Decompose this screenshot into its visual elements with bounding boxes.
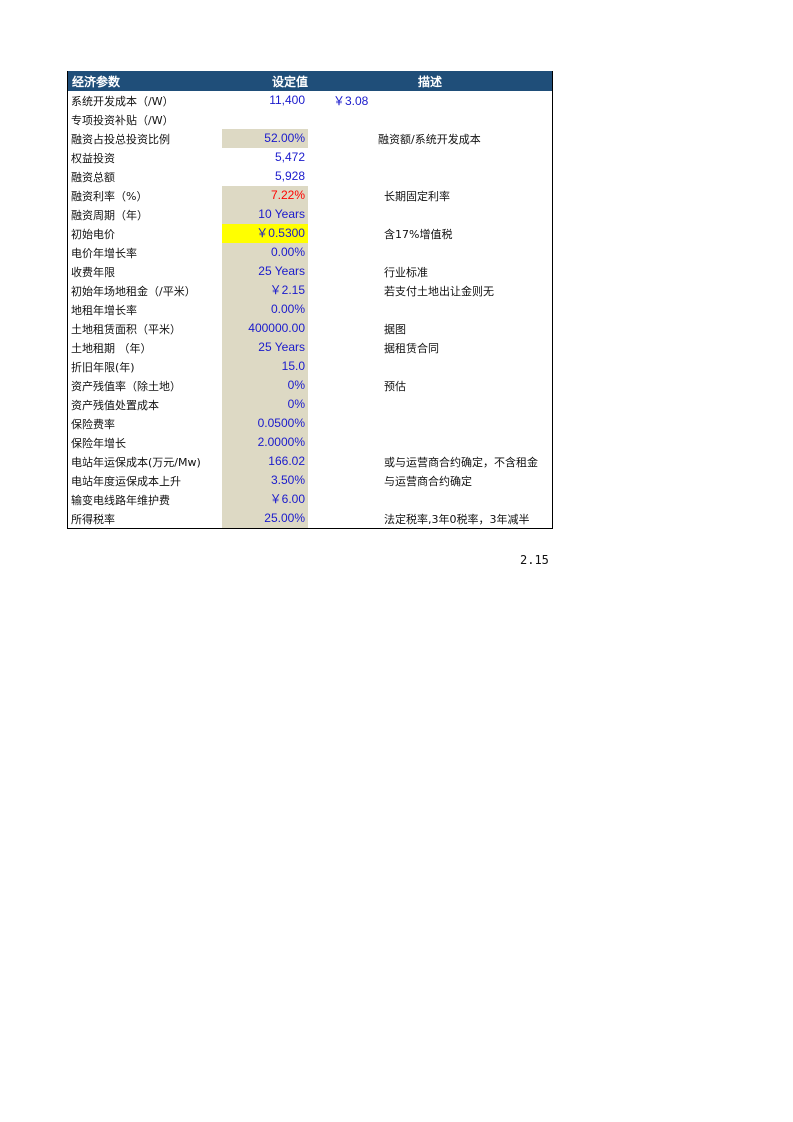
param-name: 资产残值率（除土地） <box>71 379 181 393</box>
param-value-cell[interactable]: 0.00% <box>222 243 308 262</box>
table-row: 收费年限 25 Years 行业标准 <box>68 262 552 281</box>
table-row: 资产残值率（除土地） 0% 预估 <box>68 376 552 395</box>
param-value-cell[interactable]: 5,928 <box>222 167 308 186</box>
param-value-cell[interactable] <box>222 110 308 129</box>
table-row: 土地租赁面积（平米） 400000.00 据图 <box>68 319 552 338</box>
header-desc: 描述 <box>417 74 442 89</box>
param-value-cell[interactable]: 0% <box>222 395 308 414</box>
param-name: 收费年限 <box>71 265 115 279</box>
param-name: 融资占投总投资比例 <box>71 132 170 146</box>
param-name: 土地租期 （年） <box>71 341 152 355</box>
param-name: 土地租赁面积（平米） <box>71 322 181 336</box>
param-description: 长期固定利率 <box>384 189 450 203</box>
param-name: 输变电线路年维护费 <box>71 493 170 507</box>
table-row: 融资周期（年） 10 Years <box>68 205 552 224</box>
param-value-cell[interactable]: 25.00% <box>222 509 308 528</box>
param-description: 预估 <box>384 379 406 393</box>
param-value-cell[interactable]: ￥6.00 <box>222 490 308 509</box>
table-row: 所得税率 25.00% 法定税率,3年0税率，3年减半 <box>68 509 552 528</box>
param-value-cell[interactable]: 7.22% <box>222 186 308 205</box>
economic-parameters-table: 经济参数 设定值 描述 系统开发成本（/W） 11,400 ￥3.08 专项投资补贴（… <box>67 71 553 529</box>
param-name: 电价年增长率 <box>71 246 137 260</box>
param-name: 所得税率 <box>71 512 115 526</box>
param-description: 含17%增值税 <box>384 227 453 241</box>
param-value-cell[interactable]: 25 Years <box>222 338 308 357</box>
table-row: 初始年场地租金（/平米） ￥2.15 若支付土地出让金则无 <box>68 281 552 300</box>
param-value-cell[interactable]: 11,400 <box>222 91 308 110</box>
param-value-cell[interactable]: 15.0 <box>222 357 308 376</box>
param-value-cell[interactable]: 0.00% <box>222 300 308 319</box>
param-description: 据租赁合同 <box>384 341 439 355</box>
param-value-cell[interactable]: 400000.00 <box>222 319 308 338</box>
param-name: 权益投资 <box>71 151 115 165</box>
param-name: 系统开发成本（/W） <box>71 94 174 108</box>
table-row: 融资占投总投资比例 52.00% 融资额/系统开发成本 <box>68 129 552 148</box>
param-value-cell[interactable]: 3.50% <box>222 471 308 490</box>
table-row: 系统开发成本（/W） 11,400 ￥3.08 <box>68 91 552 110</box>
param-name: 初始电价 <box>71 227 115 241</box>
param-name: 专项投资补贴（/W） <box>71 113 174 127</box>
param-value-cell[interactable]: 0% <box>222 376 308 395</box>
param-description: 若支付土地出让金则无 <box>384 284 494 298</box>
table-row: 权益投资 5,472 <box>68 148 552 167</box>
param-name: 融资总额 <box>71 170 115 184</box>
param-name: 资产残值处置成本 <box>71 398 159 412</box>
param-value-cell[interactable]: 25 Years <box>222 262 308 281</box>
param-value-cell[interactable]: 166.02 <box>222 452 308 471</box>
footer-value: 2.15 <box>520 553 549 567</box>
param-value-cell[interactable]: ￥0.5300 <box>222 224 308 243</box>
param-value-cell[interactable]: 2.0000% <box>222 433 308 452</box>
param-value-cell[interactable]: 52.00% <box>222 129 308 148</box>
table-row: 折旧年限(年) 15.0 <box>68 357 552 376</box>
param-description: 与运营商合约确定 <box>384 474 472 488</box>
param-name: 初始年场地租金（/平米） <box>71 284 196 298</box>
table-row: 电站年度运保成本上升 3.50% 与运营商合约确定 <box>68 471 552 490</box>
param-description: 或与运营商合约确定，不含租金 <box>384 455 538 469</box>
table-row: 保险年增长 2.0000% <box>68 433 552 452</box>
param-value-cell[interactable]: 10 Years <box>222 205 308 224</box>
param-value-cell[interactable]: 0.0500% <box>222 414 308 433</box>
table-row: 地租年增长率 0.00% <box>68 300 552 319</box>
header-value: 设定值 <box>271 74 308 89</box>
param-description: 据图 <box>384 322 406 336</box>
param-name: 折旧年限(年) <box>71 360 135 374</box>
param-name: 融资周期（年） <box>71 208 148 222</box>
param-value-cell[interactable]: 5,472 <box>222 148 308 167</box>
param-name: 电站年运保成本(万元/Mw) <box>71 455 201 469</box>
param-description: 法定税率,3年0税率，3年减半 <box>384 512 530 526</box>
param-description: 融资额/系统开发成本 <box>378 132 481 146</box>
header-param: 经济参数 <box>72 74 121 89</box>
table-row: 土地租期 （年） 25 Years 据租赁合同 <box>68 338 552 357</box>
param-value-cell[interactable]: ￥2.15 <box>222 281 308 300</box>
param-name: 保险费率 <box>71 417 115 431</box>
param-name: 保险年增长 <box>71 436 126 450</box>
table-row: 电价年增长率 0.00% <box>68 243 552 262</box>
param-description: 行业标准 <box>384 265 428 279</box>
param-name: 地租年增长率 <box>71 303 137 317</box>
table-row: 专项投资补贴（/W） <box>68 110 552 129</box>
table-row: 融资总额 5,928 <box>68 167 552 186</box>
table-row: 电站年运保成本(万元/Mw) 166.02 或与运营商合约确定，不含租金 <box>68 452 552 471</box>
table-header: 经济参数 设定值 描述 <box>68 71 552 91</box>
table-row: 保险费率 0.0500% <box>68 414 552 433</box>
table-row: 初始电价 ￥0.5300 含17%增值税 <box>68 224 552 243</box>
param-extra: ￥3.08 <box>333 94 369 108</box>
table-row: 资产残值处置成本 0% <box>68 395 552 414</box>
table-row: 输变电线路年维护费 ￥6.00 <box>68 490 552 509</box>
param-name: 融资利率（%） <box>71 189 148 203</box>
param-name: 电站年度运保成本上升 <box>71 474 181 488</box>
table-row: 融资利率（%） 7.22% 长期固定利率 <box>68 186 552 205</box>
